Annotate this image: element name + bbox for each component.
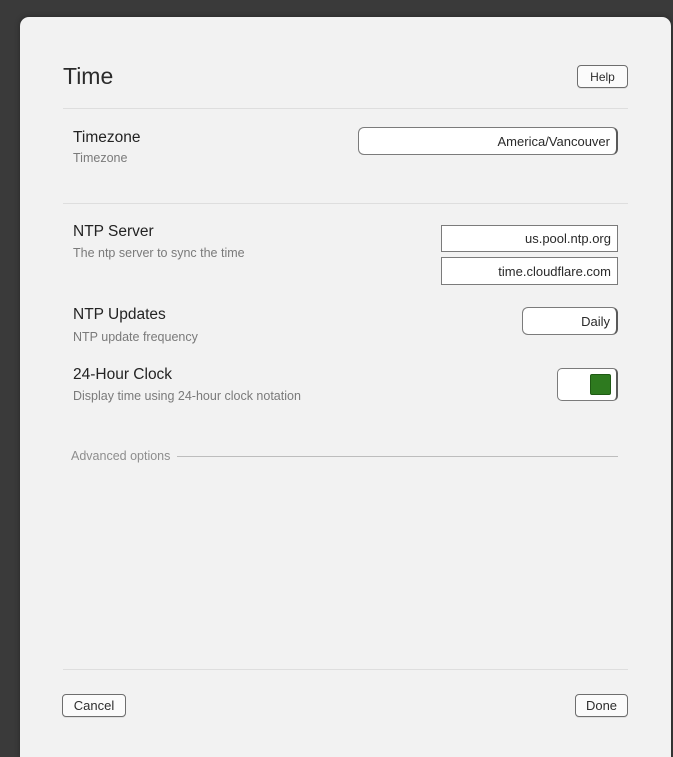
clock-24h-label: 24-Hour Clock <box>73 366 173 383</box>
time-settings-dialog: Time Help Timezone Timezone America/Vanc… <box>20 17 671 757</box>
advanced-options-toggle[interactable]: Advanced options <box>71 449 618 463</box>
help-button[interactable]: Help <box>577 65 628 88</box>
done-button[interactable]: Done <box>575 694 628 717</box>
timezone-select[interactable]: America/Vancouver <box>358 127 618 155</box>
clock-24h-toggle[interactable] <box>557 368 618 401</box>
section-divider <box>63 203 628 204</box>
advanced-options-divider <box>177 455 618 457</box>
timezone-description: Timezone <box>73 151 128 165</box>
header-divider <box>63 108 628 109</box>
ntp-server-input-1[interactable]: us.pool.ntp.org <box>441 225 618 252</box>
ntp-server-input-2[interactable]: time.cloudflare.com <box>441 257 618 285</box>
cancel-button[interactable]: Cancel <box>62 694 126 717</box>
ntp-updates-label: NTP Updates <box>73 306 166 323</box>
advanced-options-label: Advanced options <box>71 449 171 463</box>
clock-24h-description: Display time using 24-hour clock notatio… <box>73 389 301 403</box>
dialog-title: Time <box>63 63 114 89</box>
ntp-server-label: NTP Server <box>73 223 154 240</box>
timezone-label: Timezone <box>73 129 141 146</box>
footer-divider <box>63 669 628 670</box>
ntp-updates-select[interactable]: Daily <box>522 307 618 335</box>
ntp-updates-description: NTP update frequency <box>73 330 198 344</box>
ntp-server-description: The ntp server to sync the time <box>73 246 245 260</box>
toggle-on-indicator <box>590 374 611 395</box>
